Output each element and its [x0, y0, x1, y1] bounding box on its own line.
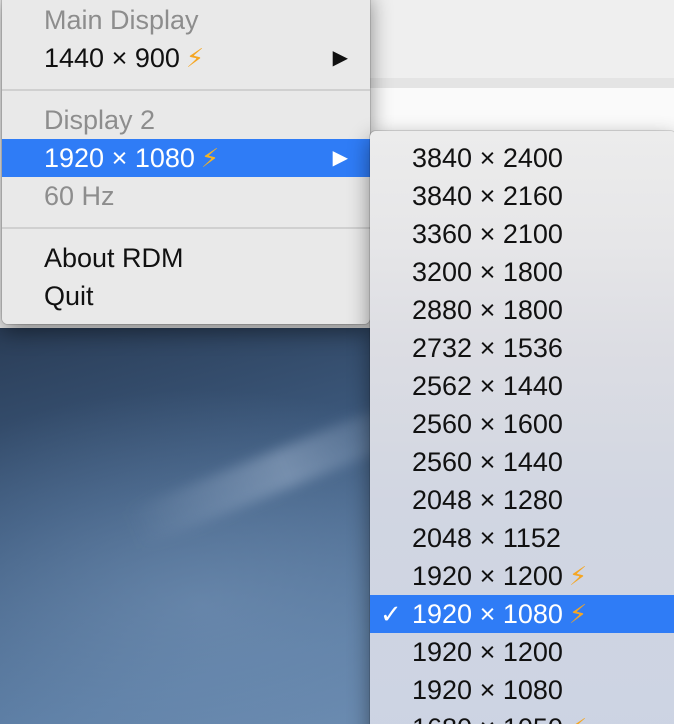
resolution-item-label: 1920 × 1080 ⚡	[412, 595, 587, 633]
display2-header-label: Display 2	[44, 105, 156, 135]
resolution-item-text: 2562 × 1440	[412, 371, 563, 401]
resolution-item-label: 1920 × 1080	[412, 671, 563, 709]
resolution-item[interactable]: 1680 × 1050 ⚡	[370, 709, 674, 724]
desktop: Main Display 1440 × 900 ⚡ ▶ Display 2 192…	[0, 0, 674, 724]
resolution-item-text: 1920 × 1080	[412, 675, 563, 705]
resolution-item-label: 2732 × 1536	[412, 329, 563, 367]
menu-separator	[2, 227, 370, 229]
about-rdm-label: About RDM	[44, 243, 184, 273]
lightning-icon: ⚡	[568, 561, 588, 591]
resolution-item[interactable]: 2048 × 1280	[370, 481, 674, 519]
refresh-rate-item: 60 Hz	[2, 177, 370, 215]
resolution-item-label: 2560 × 1600	[412, 405, 563, 443]
lightning-icon: ⚡	[569, 713, 587, 724]
resolution-item-label: 1680 × 1050 ⚡	[412, 709, 587, 724]
main-display-resolution-label: 1440 × 900 ⚡	[44, 39, 204, 77]
resolution-item-text: 2880 × 1800	[412, 295, 563, 325]
resolution-item[interactable]: 1920 × 1080	[370, 671, 674, 709]
resolution-item[interactable]: 2560 × 1600	[370, 405, 674, 443]
submenu-arrow-icon: ▶	[332, 147, 348, 169]
about-rdm-item[interactable]: About RDM	[2, 239, 370, 277]
resolution-item[interactable]: 2562 × 1440	[370, 367, 674, 405]
background-window-divider	[370, 78, 674, 88]
resolution-item-text: 2560 × 1600	[412, 409, 563, 439]
main-display-header: Main Display	[2, 1, 370, 39]
resolution-submenu: 3840 × 2400 3840 × 2160 3360 × 2100 3200 × …	[370, 131, 674, 724]
display2-resolution-label: 1920 × 1080 ⚡	[44, 139, 219, 177]
resolution-item[interactable]: ✓ 1920 × 1080 ⚡	[370, 595, 674, 633]
resolution-item[interactable]: 2560 × 1440	[370, 443, 674, 481]
rdm-menu: Main Display 1440 × 900 ⚡ ▶ Display 2 192…	[2, 0, 370, 324]
resolution-item[interactable]: 3200 × 1800	[370, 253, 674, 291]
resolution-item-label: 3840 × 2160	[412, 177, 563, 215]
resolution-item[interactable]: 2880 × 1800	[370, 291, 674, 329]
lightning-icon: ⚡	[200, 143, 220, 173]
main-display-header-label: Main Display	[44, 5, 199, 35]
quit-item[interactable]: Quit	[2, 277, 370, 315]
resolution-item-text: 2048 × 1280	[412, 485, 563, 515]
resolution-item-label: 2880 × 1800	[412, 291, 563, 329]
resolution-item-label: 2562 × 1440	[412, 367, 563, 405]
resolution-item-text: 2048 × 1152	[412, 523, 561, 553]
main-display-resolution-text: 1440 × 900	[44, 43, 180, 73]
resolution-item[interactable]: 2048 × 1152	[370, 519, 674, 557]
resolution-item-text: 2560 × 1440	[412, 447, 563, 477]
resolution-item-label: 3200 × 1800	[412, 253, 563, 291]
resolution-item-text: 1920 × 1200	[412, 561, 563, 591]
resolution-item-text: 2732 × 1536	[412, 333, 563, 363]
menu-separator	[2, 89, 370, 91]
resolution-item-text: 3840 × 2160	[412, 181, 563, 211]
resolution-item-text: 1680 × 1050	[412, 713, 563, 724]
resolution-item-text: 1920 × 1080	[412, 599, 563, 629]
resolution-item-text: 3360 × 2100	[412, 219, 563, 249]
lightning-icon: ⚡	[568, 599, 588, 629]
resolution-item[interactable]: 3840 × 2160	[370, 177, 674, 215]
display2-resolution-item[interactable]: 1920 × 1080 ⚡ ▶	[2, 139, 370, 177]
resolution-item[interactable]: 1920 × 1200 ⚡	[370, 557, 674, 595]
main-display-resolution-item[interactable]: 1440 × 900 ⚡ ▶	[2, 39, 370, 77]
resolution-item-label: 1920 × 1200	[412, 633, 563, 671]
display2-resolution-text: 1920 × 1080	[44, 143, 195, 173]
resolution-item-label: 2048 × 1152	[412, 519, 561, 557]
checkmark-icon: ✓	[380, 599, 402, 629]
resolution-item-label: 1920 × 1200 ⚡	[412, 557, 587, 595]
resolution-item[interactable]: 1920 × 1200	[370, 633, 674, 671]
resolution-item-text: 3840 × 2400	[412, 143, 563, 173]
resolution-item-label: 3840 × 2400	[412, 139, 563, 177]
resolution-item[interactable]: 3840 × 2400	[370, 139, 674, 177]
resolution-item-label: 2560 × 1440	[412, 443, 563, 481]
lightning-icon: ⚡	[185, 43, 205, 73]
resolution-item[interactable]: 3360 × 2100	[370, 215, 674, 253]
resolution-item-text: 3200 × 1800	[412, 257, 563, 287]
resolution-item-label: 2048 × 1280	[412, 481, 563, 519]
display2-header: Display 2	[2, 101, 370, 139]
quit-label: Quit	[44, 281, 94, 311]
resolution-item[interactable]: 2732 × 1536	[370, 329, 674, 367]
resolution-item-label: 3360 × 2100	[412, 215, 563, 253]
submenu-arrow-icon: ▶	[332, 47, 348, 69]
refresh-rate-label: 60 Hz	[44, 181, 115, 211]
resolution-item-text: 1920 × 1200	[412, 637, 563, 667]
